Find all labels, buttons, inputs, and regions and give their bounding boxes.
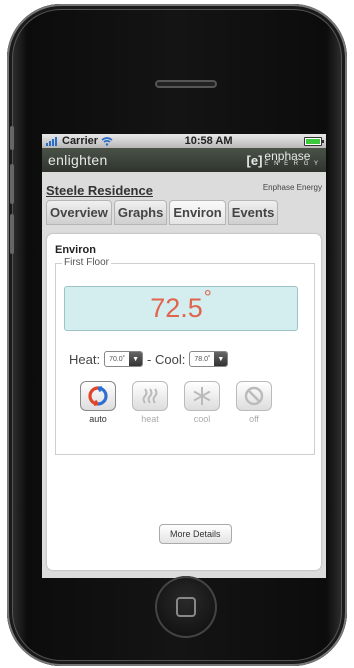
- wifi-icon: [101, 136, 113, 146]
- tab-events[interactable]: Events: [227, 200, 279, 225]
- carrier-label: Carrier: [62, 135, 99, 147]
- environ-panel: Environ First Floor 72.5 ° Heat: 70.0˚ ▼ …: [47, 234, 321, 570]
- degree-symbol: °: [203, 287, 212, 309]
- mode-cool-button[interactable]: cool: [183, 381, 221, 424]
- tab-overview[interactable]: Overview: [46, 200, 112, 225]
- mode-auto-button[interactable]: auto: [79, 381, 117, 424]
- cool-label: - Cool:: [147, 351, 186, 367]
- heat-label: Heat:: [69, 351, 101, 367]
- company-name: Enphase Energy: [262, 183, 322, 192]
- mode-off-label: off: [249, 414, 259, 424]
- prohibited-icon: [236, 381, 272, 411]
- heat-setpoint-value: 70.0˚: [109, 355, 126, 363]
- setpoint-row: Heat: 70.0˚ ▼ - Cool: 78.0˚ ▼: [69, 351, 232, 367]
- heat-waves-icon: [132, 381, 168, 411]
- volume-up-button: [10, 164, 14, 204]
- earpiece-speaker: [155, 80, 217, 88]
- cycle-icon: [80, 381, 116, 411]
- enphase-logo: [e] enphase E N E R G Y: [246, 149, 320, 168]
- snowflake-icon: [184, 381, 220, 411]
- mode-selector: auto heat cool off: [79, 381, 273, 424]
- home-square-icon: [176, 597, 196, 617]
- cool-setpoint-select[interactable]: 78.0˚ ▼: [189, 351, 229, 367]
- mode-heat-label: heat: [141, 414, 159, 424]
- zone-name: First Floor: [62, 257, 111, 268]
- enphase-energy-sub: E N E R G Y: [264, 161, 320, 167]
- phone-screen: Carrier 10:58 AM enlighten [e] enphase E…: [42, 134, 326, 578]
- carrier-group: Carrier: [46, 135, 113, 147]
- signal-icon: [46, 136, 57, 146]
- app-header: enlighten [e] enphase E N E R G Y: [42, 148, 326, 172]
- clock: 10:58 AM: [184, 135, 233, 147]
- more-details-button[interactable]: More Details: [159, 524, 232, 544]
- mode-heat-button[interactable]: heat: [131, 381, 169, 424]
- cool-setpoint-value: 78.0˚: [194, 355, 211, 363]
- chevron-down-icon: ▼: [129, 352, 143, 366]
- enphase-wordmark: enphase: [264, 149, 311, 163]
- mode-auto-label: auto: [89, 414, 107, 424]
- tab-graphs[interactable]: Graphs: [113, 200, 168, 225]
- enlighten-logo: enlighten: [48, 152, 108, 168]
- heat-setpoint-select[interactable]: 70.0˚ ▼: [104, 351, 144, 367]
- tab-environ[interactable]: Environ: [169, 200, 226, 225]
- battery-icon: [304, 136, 324, 146]
- mode-off-button[interactable]: off: [235, 381, 273, 424]
- tab-bar: Overview Graphs Environ Events: [42, 200, 326, 225]
- current-temperature: 72.5 °: [64, 286, 298, 331]
- mode-cool-label: cool: [193, 414, 211, 424]
- status-bar: Carrier 10:58 AM: [42, 134, 326, 148]
- enphase-mark: [e]: [246, 152, 263, 168]
- chevron-down-icon: ▼: [214, 352, 228, 366]
- volume-down-button: [10, 214, 14, 254]
- home-button[interactable]: [155, 576, 217, 638]
- site-name-link[interactable]: Steele Residence: [46, 183, 153, 198]
- temperature-value: 72.5: [150, 293, 203, 323]
- mute-switch: [10, 126, 14, 150]
- site-bar: Steele Residence Enphase Energy: [42, 176, 326, 198]
- iphone-frame: Carrier 10:58 AM enlighten [e] enphase E…: [7, 4, 347, 666]
- panel-title: Environ: [55, 244, 96, 256]
